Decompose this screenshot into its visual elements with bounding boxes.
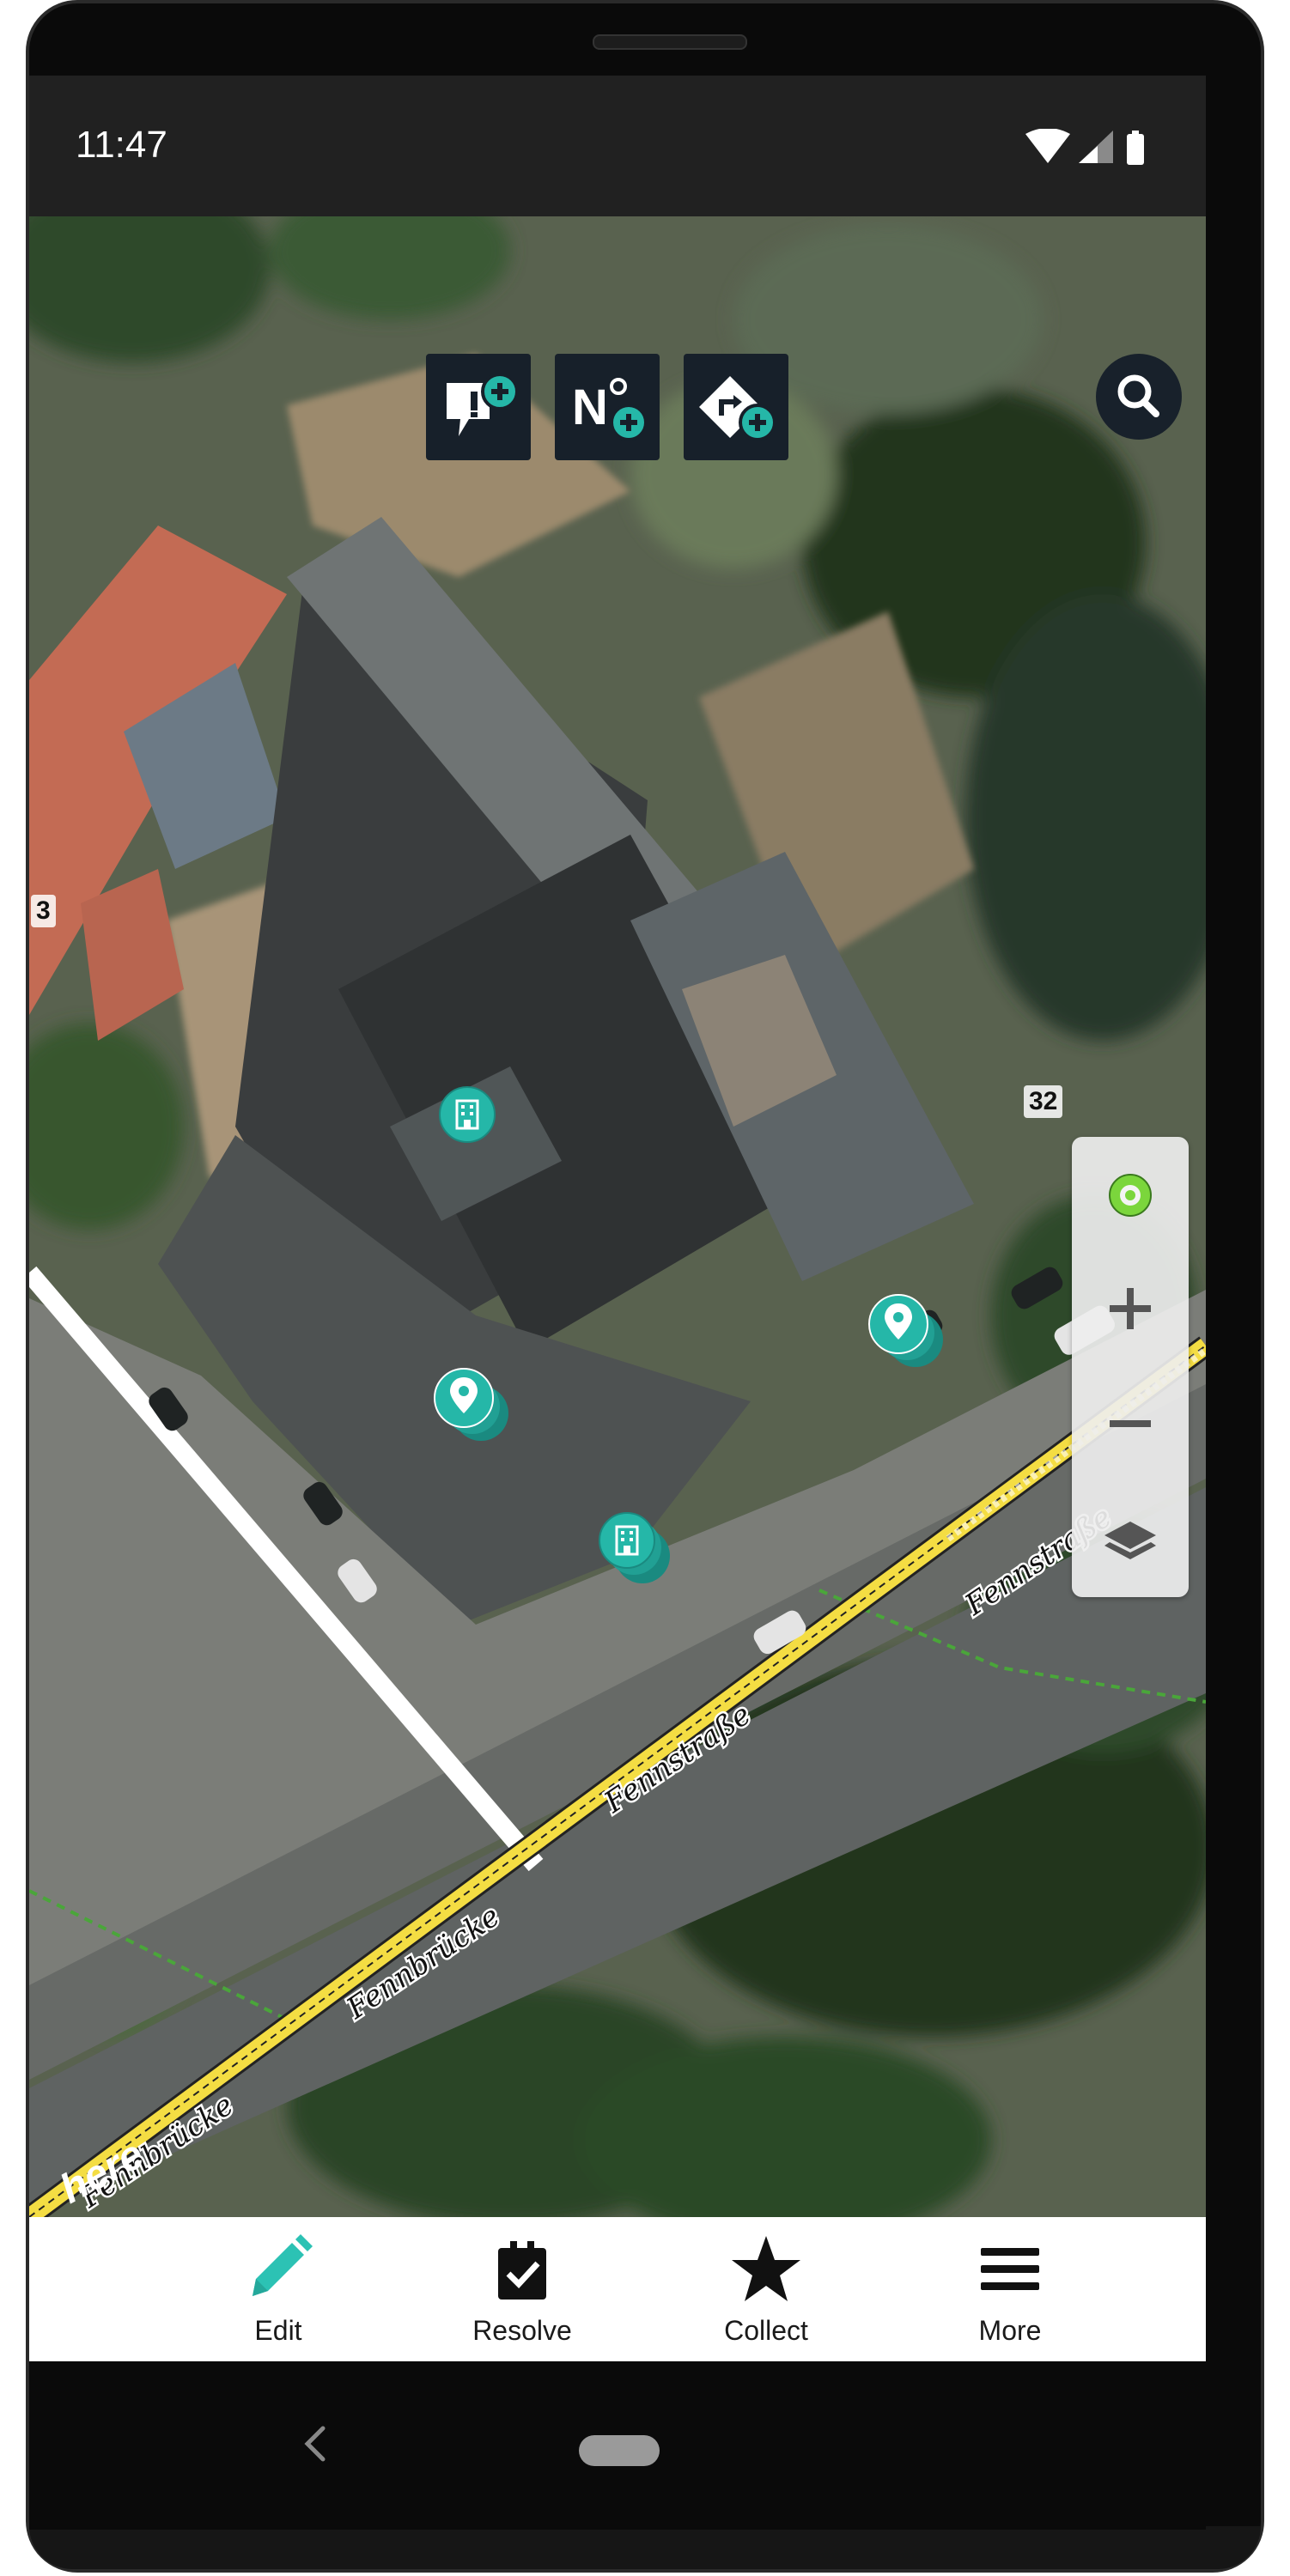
nav-resolve[interactable]: Resolve [436, 2226, 608, 2354]
svg-text:N: N [572, 380, 608, 435]
status-bar: 11:47 [29, 76, 1206, 216]
pencil-icon [253, 2234, 313, 2296]
wifi-icon [1025, 129, 1070, 163]
back-chevron-icon [304, 2426, 326, 2462]
building-icon [599, 1512, 670, 1583]
nav-edit[interactable]: Edit [192, 2226, 364, 2354]
menu-icon [981, 2248, 1039, 2290]
map-edge-label-right: 32 [1024, 1085, 1063, 1118]
status-icons [1025, 129, 1163, 165]
zoom-in-icon [1110, 1288, 1151, 1329]
sign-plus-icon [699, 376, 776, 441]
cell-signal-icon [1079, 131, 1113, 163]
phone-bottom-edge [29, 2526, 1261, 2569]
bottom-navigation: Edit Resolve Collect More [29, 2217, 1206, 2361]
system-navigation-bar [29, 2361, 1206, 2530]
street-label-fennbruecke-1: Fennbrücke [340, 1899, 506, 2026]
nav-resolve-label: Resolve [472, 2315, 572, 2346]
building-marker[interactable] [438, 1085, 496, 1144]
add-report-button[interactable] [426, 354, 531, 460]
clipboard-check-icon [498, 2241, 546, 2300]
add-road-sign-button[interactable] [684, 354, 788, 460]
locate-icon [1109, 1174, 1152, 1217]
building-marker-stack[interactable] [596, 1506, 678, 1589]
map-pin-icon [868, 1294, 943, 1367]
home-pill-button[interactable] [579, 2435, 660, 2466]
zoom-in-button[interactable] [1072, 1257, 1189, 1360]
map-controls [1072, 1137, 1189, 1597]
phone-speaker [593, 34, 747, 50]
zoom-out-icon [1110, 1420, 1151, 1427]
nav-collect[interactable]: Collect [680, 2226, 852, 2354]
back-button[interactable] [295, 2418, 333, 2474]
battery-icon [1127, 131, 1144, 165]
status-time: 11:47 [76, 124, 167, 166]
building-icon [439, 1086, 496, 1143]
number-plus-icon: N [572, 378, 648, 441]
street-label-fennstrasse-2: Fennstraße [598, 1698, 758, 1820]
nav-more-label: More [978, 2315, 1042, 2346]
map-view[interactable]: Fennstraße Fennstraße Fennbrücke Fennbrü… [29, 216, 1206, 2217]
add-house-number-button[interactable]: N [555, 354, 660, 460]
search-button[interactable] [1096, 354, 1182, 440]
nav-edit-label: Edit [254, 2315, 302, 2346]
layers-button[interactable] [1072, 1487, 1189, 1590]
locate-button[interactable] [1072, 1144, 1189, 1247]
zoom-out-button[interactable] [1072, 1372, 1189, 1475]
star-icon [732, 2236, 800, 2301]
nav-more[interactable]: More [924, 2226, 1096, 2354]
screen: 11:47 Fennstraße Fennstraße Fennbrücke F… [29, 76, 1206, 2361]
nav-collect-label: Collect [724, 2315, 808, 2346]
street-label-layer: Fennstraße Fennstraße Fennbrücke Fennbrü… [71, 1498, 1120, 2217]
layers-icon [1104, 1522, 1156, 1559]
map-edge-label-left: 3 [31, 895, 56, 927]
speech-bubble-plus-icon [447, 373, 519, 436]
search-icon [1117, 374, 1159, 417]
map-pin-icon [434, 1368, 508, 1441]
place-marker-stack[interactable] [433, 1358, 515, 1448]
place-marker-stack-2[interactable] [867, 1285, 950, 1374]
